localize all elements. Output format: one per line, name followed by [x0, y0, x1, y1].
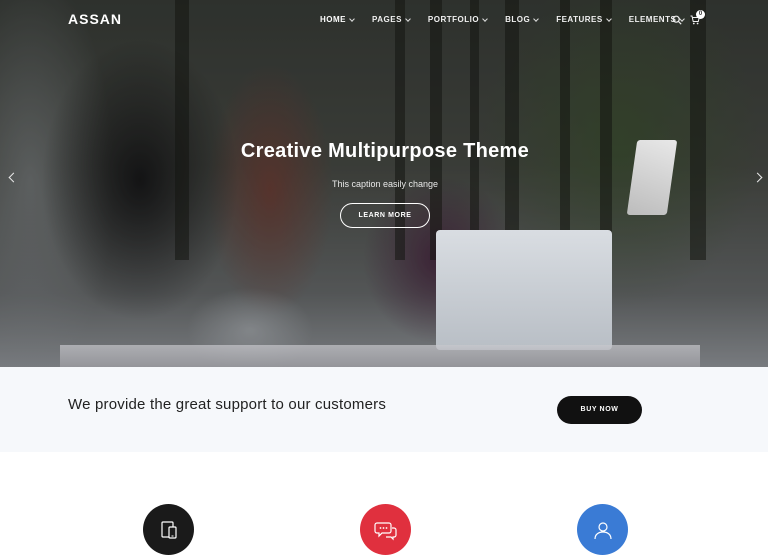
chevron-down-icon	[405, 15, 411, 22]
main-menu: HOME PAGES PORTFOLIO BLOG FEATURES ELEME…	[320, 15, 702, 24]
feature-chat	[360, 504, 411, 555]
cart-count-badge: 0	[696, 10, 705, 19]
nav-item-portfolio[interactable]: PORTFOLIO	[427, 15, 488, 24]
nav-item-features[interactable]: FEATURES	[556, 15, 612, 24]
hero-caption: Creative Multipurpose Theme This caption…	[0, 140, 768, 228]
nav-item-label: HOME	[320, 15, 346, 24]
chevron-down-icon	[349, 15, 355, 22]
chevron-down-icon	[482, 15, 488, 22]
hero-subtitle: This caption easily change	[331, 179, 439, 189]
laptop-image	[436, 230, 612, 350]
chat-icon	[373, 521, 397, 540]
desk-image	[60, 345, 700, 367]
buy-now-button[interactable]: BUY NOW	[557, 396, 642, 424]
nav-item-label: ELEMENTS	[628, 15, 677, 24]
devices-icon	[160, 520, 177, 539]
call-to-action-section: We provide the great support to our cust…	[0, 367, 768, 452]
nav-item-pages[interactable]: PAGES	[372, 15, 411, 24]
hero-title: Creative Multipurpose Theme	[240, 140, 530, 162]
nav-item-label: FEATURES	[556, 15, 603, 24]
cta-text: We provide the great support to our cust…	[68, 396, 387, 413]
nav-item-label: BLOG	[505, 15, 531, 24]
brand-logo[interactable]: ASSAN	[68, 11, 122, 27]
learn-more-button[interactable]: LEARN MORE	[340, 203, 430, 228]
nav-item-label: PORTFOLIO	[427, 15, 480, 24]
nav-item-blog[interactable]: BLOG	[505, 15, 540, 24]
feature-user	[577, 504, 628, 555]
nav-item-home[interactable]: HOME	[320, 15, 355, 24]
nav-item-label: PAGES	[372, 15, 402, 24]
user-icon	[593, 521, 612, 539]
chevron-down-icon	[533, 15, 540, 22]
feature-devices	[143, 504, 194, 555]
search-icon[interactable]	[672, 15, 682, 25]
top-navigation: ASSAN HOME PAGES PORTFOLIO BLOG FEATURES…	[0, 0, 768, 42]
chevron-down-icon	[605, 15, 612, 22]
